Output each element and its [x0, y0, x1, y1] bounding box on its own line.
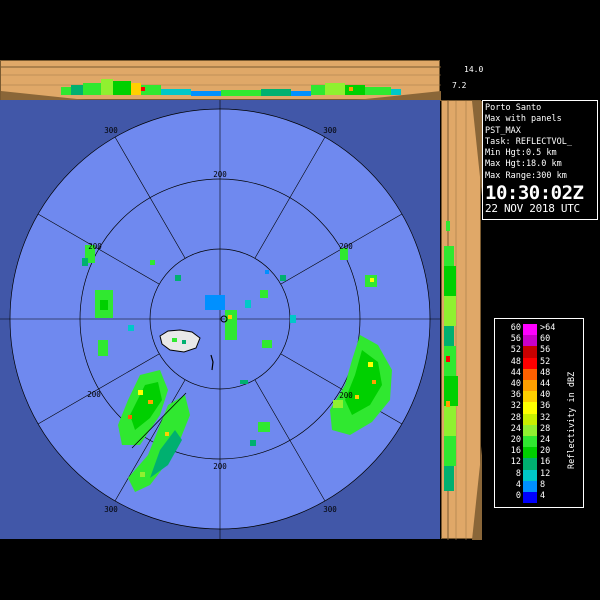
legend-swatch: [523, 436, 537, 448]
legend-swatch: [523, 335, 537, 347]
legend-right-label: 44: [540, 379, 551, 389]
min-height: Min Hgt:0.5 km: [485, 148, 557, 159]
range-label: 200: [213, 170, 227, 179]
legend-right-label: 16: [540, 457, 551, 468]
top-cross-section-panel: [0, 60, 441, 101]
legend-swatch: [523, 357, 537, 369]
legend-left-label: 0: [515, 491, 521, 501]
legend-left-label: 44: [510, 367, 521, 378]
legend-left-label: 24: [510, 423, 521, 434]
legend-left-label: 60: [510, 323, 521, 333]
legend-swatch: [523, 346, 537, 358]
height-top-readout: 14.0: [464, 65, 484, 74]
legend-swatch: [523, 458, 537, 470]
legend-right-label: 28: [540, 423, 551, 434]
legend-swatch: [523, 368, 537, 380]
legend-left-label: 12: [510, 457, 521, 468]
legend-right-label: 20: [540, 446, 551, 457]
legend-right-label: 24: [540, 435, 551, 445]
range-label: 200: [87, 390, 101, 399]
legend-swatch: [523, 480, 537, 492]
legend-right-label: 40: [540, 390, 551, 401]
legend-swatch: [523, 324, 537, 336]
height-bottom-readout: 7.2: [452, 81, 467, 90]
legend-right-label: 4: [540, 491, 546, 501]
radar-info-box: Porto Santo Max with panels PST_MAX Task…: [482, 100, 598, 220]
legend-left-label: 36: [510, 390, 521, 401]
range-label: 300: [323, 505, 337, 514]
reflectivity-legend: 60 56 52 48 44 40 36 32 28 24 20 16 12 8 4 0 >64 60 56 52 4…: [494, 318, 584, 508]
range-label: 300: [323, 126, 337, 135]
legend-swatch: [523, 380, 537, 392]
scan-date: 22 NOV 2018 UTC: [485, 202, 580, 216]
range-label: 300: [104, 126, 118, 135]
legend-swatch: [523, 447, 537, 459]
max-range: Max Range:300 km: [485, 170, 567, 181]
side-cross-section-panel: [441, 100, 482, 540]
radar-ppi-plot: 300 200 200 300 200 200 200 200 300 300: [0, 100, 440, 539]
task-name: Task: REFLECTVOL_: [485, 136, 572, 147]
legend-right-label: >64: [540, 323, 556, 333]
max-height: Max Hgt:18.0 km: [485, 159, 562, 170]
legend-left-label: 48: [510, 356, 521, 367]
legend-right-label: 12: [540, 468, 551, 479]
legend-swatch: [523, 492, 537, 504]
legend-left-label: 4: [515, 479, 521, 490]
range-label: 300: [104, 505, 118, 514]
side-cross-section-plot: [444, 101, 482, 540]
legend-title: Reflectivity in dBZ: [567, 371, 577, 469]
legend-right-label: 8: [540, 479, 546, 490]
legend-swatch: [523, 391, 537, 403]
scan-time: 10:30:02Z: [485, 182, 584, 205]
legend-swatch: [523, 469, 537, 481]
legend-right-label: 36: [540, 401, 551, 412]
legend-right-label: 32: [540, 412, 551, 423]
legend-right-label: 48: [540, 367, 551, 378]
range-label: 200: [339, 391, 353, 400]
legend-right-label: 56: [540, 345, 551, 356]
range-label: 200: [213, 462, 227, 471]
legend-swatch: [523, 424, 537, 436]
legend-right-label: 52: [540, 356, 551, 367]
legend-left-label: 56: [510, 334, 521, 345]
legend-right-label: 60: [540, 334, 551, 345]
legend-left-label: 20: [510, 435, 521, 445]
legend-left-label: 28: [510, 412, 521, 423]
legend-left-label: 8: [515, 468, 521, 479]
legend-left-label: 32: [510, 401, 521, 412]
legend-left-label: 52: [510, 345, 521, 356]
station-name: Porto Santo: [485, 103, 542, 113]
legend-left-label: 40: [510, 379, 521, 389]
product-description: Max with panels: [485, 114, 562, 125]
legend-swatch: [523, 402, 537, 414]
top-cross-section-plot: [1, 66, 441, 101]
legend-swatch: [523, 413, 537, 425]
radar-ppi-panel: 300 200 200 300 200 200 200 200 300 300: [0, 100, 440, 539]
range-label: 200: [339, 242, 353, 251]
range-label: 200: [88, 242, 102, 251]
legend-left-label: 16: [510, 446, 521, 457]
product-code: PST_MAX: [485, 125, 521, 136]
